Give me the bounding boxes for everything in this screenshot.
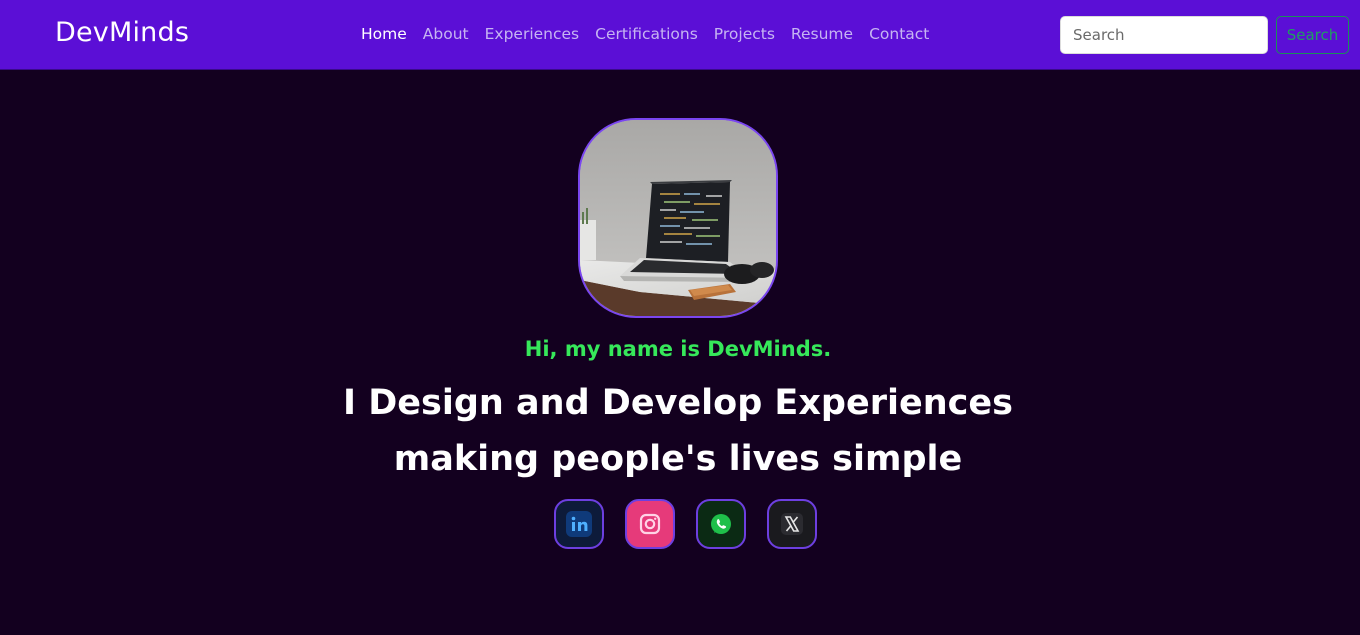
- linkedin-icon: [566, 511, 592, 537]
- laptop-desk-illustration: [580, 120, 776, 316]
- nav-link-certifications[interactable]: Certifications: [595, 25, 698, 43]
- x-button[interactable]: [767, 499, 817, 549]
- headline-line-2: making people's lives simple: [393, 439, 963, 479]
- navbar: DevMinds Home About Experiences Certific…: [0, 0, 1360, 70]
- instagram-icon: [639, 513, 661, 535]
- instagram-button[interactable]: [625, 499, 675, 549]
- brand-logo[interactable]: DevMinds: [55, 17, 189, 48]
- search-input[interactable]: [1060, 16, 1268, 54]
- x-twitter-icon: [781, 513, 803, 535]
- whatsapp-button[interactable]: [696, 499, 746, 549]
- whatsapp-icon: [711, 514, 731, 534]
- greeting-text: Hi, my name is DevMinds.: [524, 337, 832, 361]
- nav-link-resume[interactable]: Resume: [791, 25, 853, 43]
- linkedin-button[interactable]: [554, 499, 604, 549]
- headline-line-1: I Design and Develop Experiences: [343, 383, 1013, 423]
- nav-link-projects[interactable]: Projects: [714, 25, 775, 43]
- hero-headline: I Design and Develop Experiences making …: [0, 375, 1356, 487]
- nav-link-home[interactable]: Home: [361, 25, 407, 43]
- nav-link-about[interactable]: About: [423, 25, 469, 43]
- nav-link-experiences[interactable]: Experiences: [485, 25, 580, 43]
- search-button[interactable]: Search: [1276, 16, 1349, 54]
- nav-links: Home About Experiences Certifications Pr…: [361, 25, 945, 43]
- social-links: [554, 499, 817, 551]
- nav-link-contact[interactable]: Contact: [869, 25, 929, 43]
- profile-image: [578, 118, 778, 318]
